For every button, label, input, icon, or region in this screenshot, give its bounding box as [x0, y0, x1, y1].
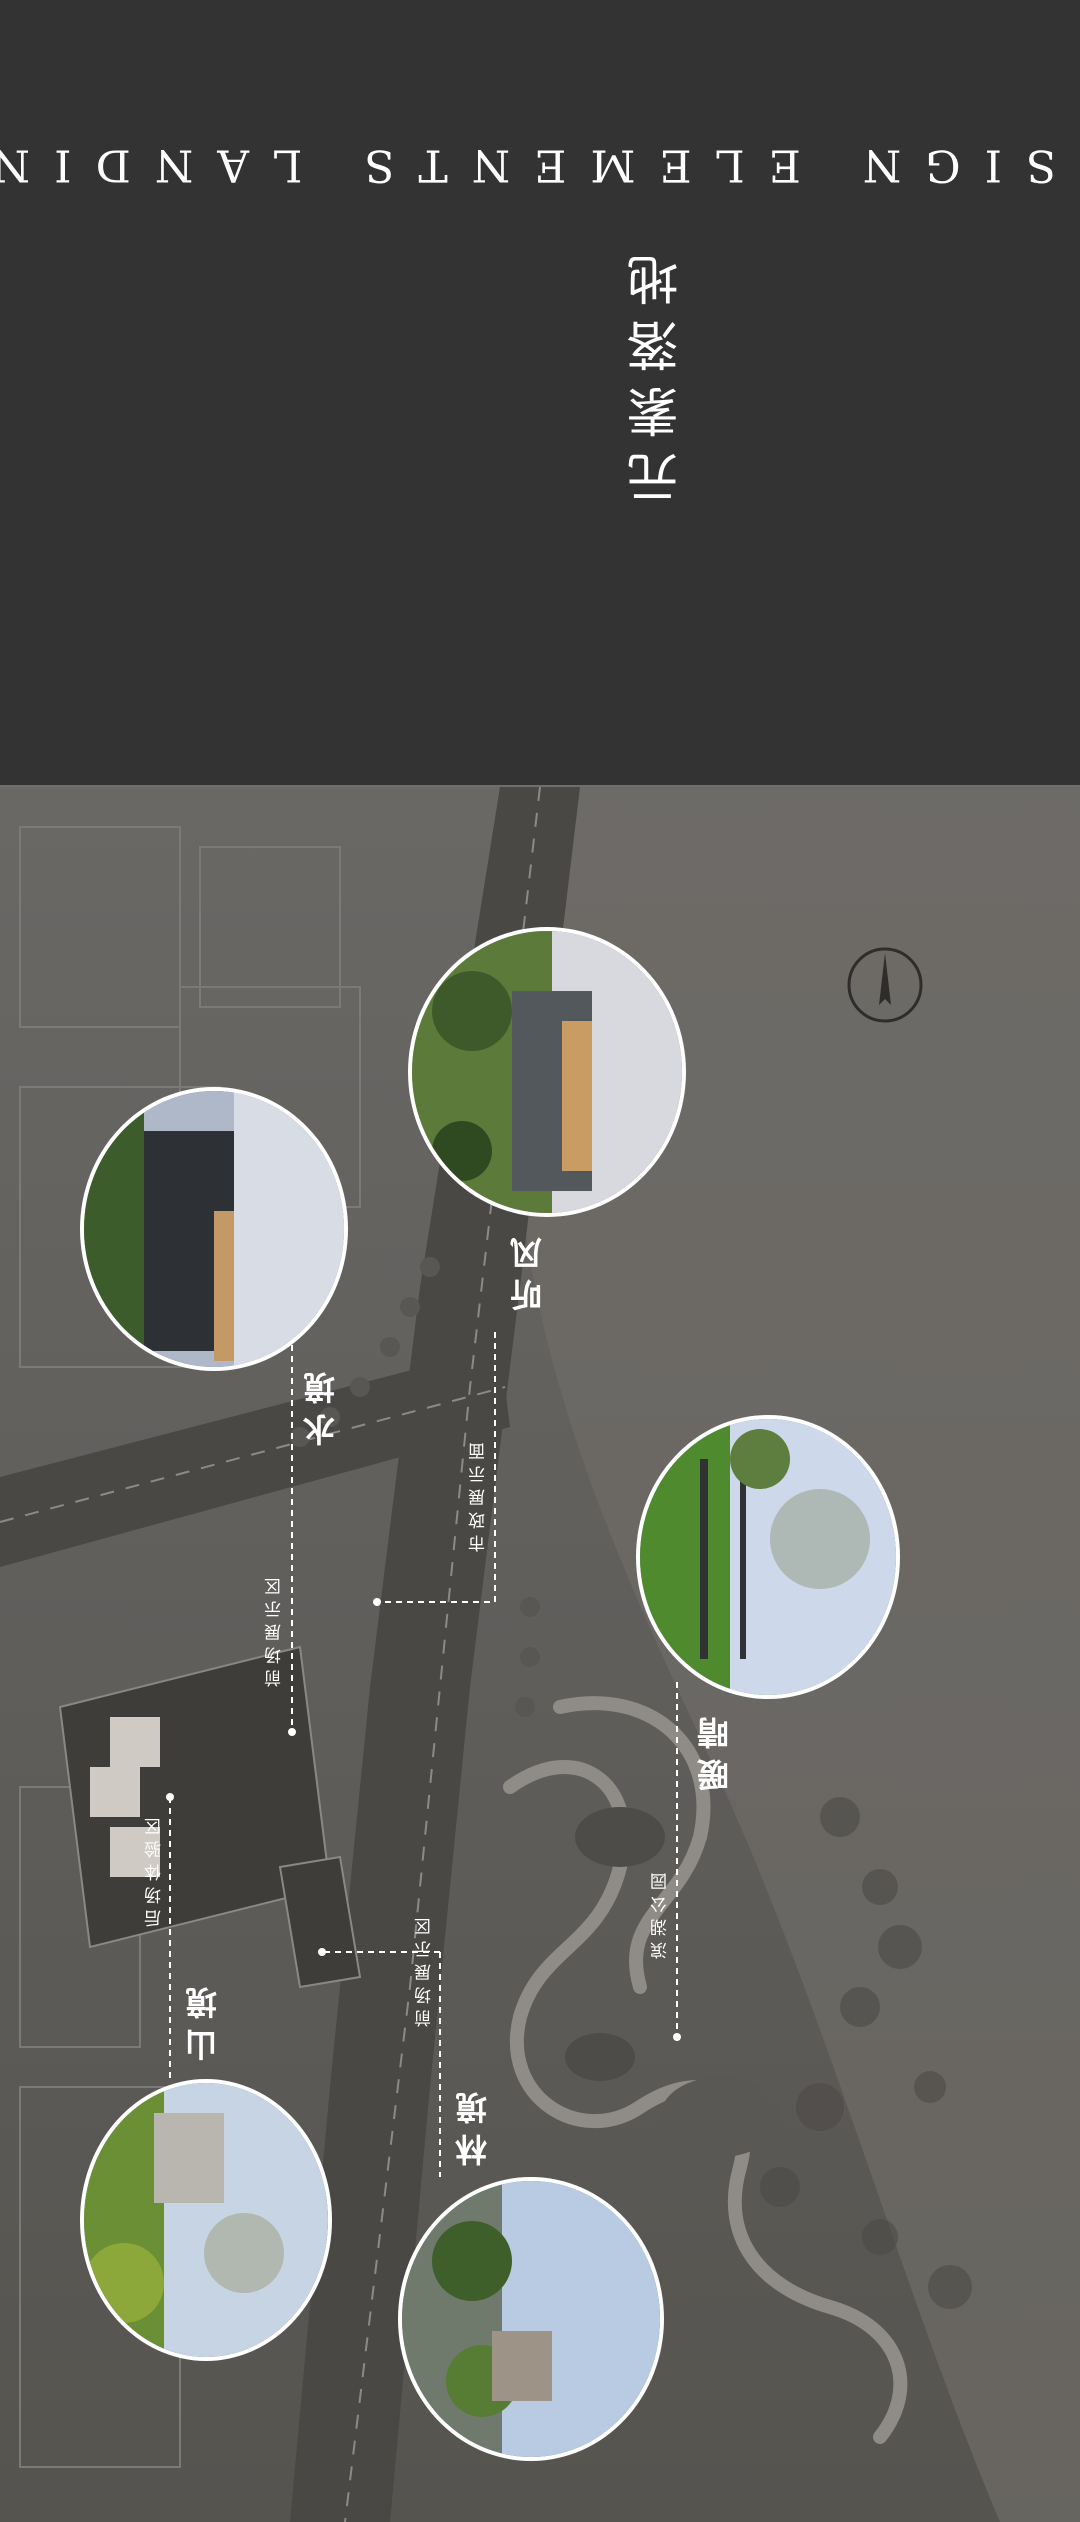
photo-tingfeng [408, 927, 686, 1217]
chinese-title: 元素落地 [628, 240, 688, 504]
north-arrow-icon [847, 947, 923, 1023]
lawn-photo-icon [640, 1419, 896, 1695]
zone-title-tingfeng: 听风 [509, 1227, 547, 1311]
building-photo-icon [412, 931, 682, 1213]
photo-linjing [398, 2177, 664, 2461]
zone-title-nuanqing: 暖晴 [696, 1707, 734, 1791]
zone-title-shuijing: 水境 [302, 1362, 340, 1446]
zone-title-linjing: 林境 [454, 2082, 492, 2166]
sublabel-linjing: 前场展示区 [415, 1912, 435, 2027]
garden-photo-icon [84, 2083, 328, 2357]
sublabel-nuanqing: 滨湖公园 [651, 1867, 671, 1959]
photo-shuijing [80, 1087, 348, 1371]
sublabel-shuijing: 前场展示区 [265, 1572, 285, 1687]
english-title: DESIGN ELEMENTS LANDING [0, 139, 1080, 191]
site-plan: 听风 水境 暖晴 山境 林境 市政展示面 前场展示区 滨湖公园 后场体验区 前场… [0, 785, 1080, 2522]
header-panel: DESIGN ELEMENTS LANDING 元素落地 [0, 0, 1080, 783]
building-photo-icon [84, 1091, 344, 1367]
photo-shanjing [80, 2079, 332, 2361]
sublabel-shanjing: 后场体验区 [145, 1812, 165, 1927]
photo-nuanqing [636, 1415, 900, 1699]
sublabel-tingfeng: 市政展示面 [469, 1437, 489, 1552]
zone-title-shanjing: 山境 [184, 1977, 222, 2061]
garden-photo-icon [402, 2181, 660, 2457]
